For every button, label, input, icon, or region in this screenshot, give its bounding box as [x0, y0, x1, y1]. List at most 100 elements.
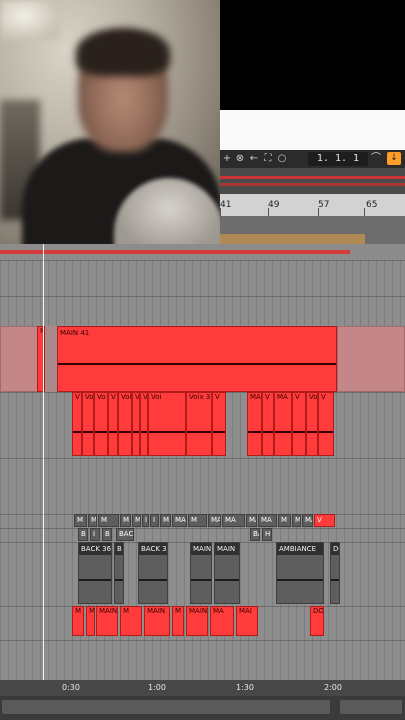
label-clip[interactable]: B: [102, 528, 112, 541]
arrangement-view[interactable]: M MAIN 41 VVoVoVVoiVVVoiVoix 3VMAVMAVVoV…: [0, 244, 405, 681]
small-clip[interactable]: V: [314, 514, 335, 527]
bottom-clip[interactable]: M: [86, 606, 95, 636]
track-lane-small[interactable]: MMMMMAIIMMAMMAMAMAMAMMMAIV: [0, 514, 405, 529]
track-lane-bottom[interactable]: M M MAIN M MAIN M MAIN MA MAI DO: [0, 606, 405, 641]
loop-icon[interactable]: ⛶: [262, 152, 274, 166]
audio-clip[interactable]: B: [114, 542, 124, 604]
waveform: [149, 431, 185, 433]
voice-clip[interactable]: V: [262, 392, 274, 456]
scrollbar-thumb[interactable]: [2, 700, 330, 714]
voice-clip[interactable]: V: [318, 392, 334, 456]
small-clip[interactable]: M: [98, 514, 119, 527]
follow-arrow-icon[interactable]: ↓: [387, 152, 401, 165]
small-clip[interactable]: MA: [246, 514, 257, 527]
bottom-clip[interactable]: MAIN: [186, 606, 208, 636]
track-lane-ambiance[interactable]: BACK 36 B BACK 3 MAIN MAIN AMBIANCE DO: [0, 542, 405, 607]
audio-clip[interactable]: BACK 3: [138, 542, 168, 604]
voice-clip[interactable]: Vo: [94, 392, 108, 456]
track-lane[interactable]: [0, 458, 405, 515]
label-clip[interactable]: BA: [250, 528, 260, 541]
voice-clip[interactable]: Voi: [148, 392, 186, 456]
track-lane-voices[interactable]: V Vo Vo V Voi V V Voi Voix 3 V MA V MA V Vo V: [0, 392, 405, 459]
track-lane-main[interactable]: M MAIN 41: [0, 326, 405, 393]
small-clip[interactable]: M: [160, 514, 171, 527]
bottom-clip[interactable]: MAI: [236, 606, 258, 636]
playhead[interactable]: [43, 244, 44, 680]
audio-clip[interactable]: BACK 36: [78, 542, 112, 604]
bottom-clip[interactable]: DO: [310, 606, 324, 636]
bottom-clip[interactable]: MAIN: [96, 606, 118, 636]
clip-title: MAIN: [191, 543, 211, 555]
track-lane[interactable]: [0, 296, 405, 327]
horizontal-scrollbar[interactable]: [0, 696, 405, 720]
small-clip[interactable]: M: [120, 514, 131, 527]
small-clip[interactable]: MAI: [302, 514, 313, 527]
voice-clip[interactable]: MA: [247, 392, 262, 456]
loop-bar[interactable]: [220, 216, 405, 244]
small-clip[interactable]: MA: [208, 514, 221, 527]
voice-clip[interactable]: V: [108, 392, 118, 456]
clip-name: Voi: [151, 393, 162, 401]
back-arrow-icon[interactable]: ←: [248, 152, 260, 166]
clip-name: MAI: [305, 516, 312, 524]
small-clip[interactable]: M: [292, 514, 301, 527]
small-clip[interactable]: I: [142, 514, 149, 527]
track-lane[interactable]: [0, 260, 405, 297]
main-clip[interactable]: MAIN 41: [57, 326, 337, 392]
voice-clip[interactable]: V: [72, 392, 82, 456]
clip-name: M: [123, 607, 130, 615]
waveform: [191, 579, 211, 581]
audio-clip[interactable]: AMBIANCE: [276, 542, 324, 604]
voice-clip[interactable]: V: [140, 392, 148, 456]
track-lane[interactable]: [0, 244, 405, 261]
ruler-mark: 65: [366, 200, 378, 210]
audio-clip[interactable]: MAIN: [190, 542, 212, 604]
label-clip[interactable]: BAC: [116, 528, 134, 541]
voice-clip[interactable]: Voi: [118, 392, 132, 456]
clip-faded[interactable]: [337, 326, 405, 392]
small-clip[interactable]: I: [150, 514, 159, 527]
audio-clip[interactable]: MAIN: [214, 542, 240, 604]
loop-brace[interactable]: [220, 234, 365, 244]
bottom-clip[interactable]: M: [172, 606, 184, 636]
bottom-clip[interactable]: MA: [210, 606, 234, 636]
waveform: [215, 579, 239, 581]
voice-clip[interactable]: Vo: [306, 392, 318, 456]
voice-clip[interactable]: V: [132, 392, 140, 456]
small-clip[interactable]: M: [88, 514, 97, 527]
add-icon[interactable]: +: [222, 152, 232, 166]
small-clip[interactable]: M: [278, 514, 291, 527]
clip-strip[interactable]: [0, 250, 350, 254]
time-ruler[interactable]: 0:30 1:00 1:30 2:00: [0, 680, 405, 696]
small-clip[interactable]: MA: [132, 514, 141, 527]
voice-clip[interactable]: V: [292, 392, 306, 456]
waveform: [319, 431, 333, 433]
label-clip[interactable]: B: [78, 528, 88, 541]
voice-clip[interactable]: Vo: [82, 392, 94, 456]
bottom-clip[interactable]: M: [72, 606, 84, 636]
bottom-clip[interactable]: MAIN: [144, 606, 170, 636]
bar-ruler[interactable]: 41 49 57 65: [220, 194, 405, 216]
clip-name: MA: [213, 607, 224, 615]
waveform: [83, 431, 93, 433]
small-clip[interactable]: MA: [172, 514, 187, 527]
punch-icon[interactable]: ○: [276, 152, 288, 166]
clip-name: MAIN 41: [60, 329, 90, 337]
bottom-clip[interactable]: M: [120, 606, 142, 636]
song-position-display[interactable]: 1. 1. 1: [308, 152, 368, 166]
small-clip[interactable]: MA: [258, 514, 277, 527]
draw-mode-icon[interactable]: ⌒: [370, 152, 382, 166]
scrollbar-thumb[interactable]: [340, 700, 402, 714]
small-clip[interactable]: M: [188, 514, 207, 527]
link-icon[interactable]: ⊗: [234, 152, 246, 166]
small-clip[interactable]: MA: [222, 514, 245, 527]
voice-clip[interactable]: MA: [274, 392, 292, 456]
track-lane-labels[interactable]: BIB BAC BAH: [0, 528, 405, 543]
audio-clip[interactable]: DO: [330, 542, 340, 604]
voice-clip[interactable]: V: [212, 392, 226, 456]
small-clip[interactable]: M: [74, 514, 87, 527]
track-lane[interactable]: [0, 640, 405, 681]
voice-clip[interactable]: Voix 3: [186, 392, 212, 456]
label-clip[interactable]: H: [262, 528, 272, 541]
label-clip[interactable]: I: [90, 528, 100, 541]
